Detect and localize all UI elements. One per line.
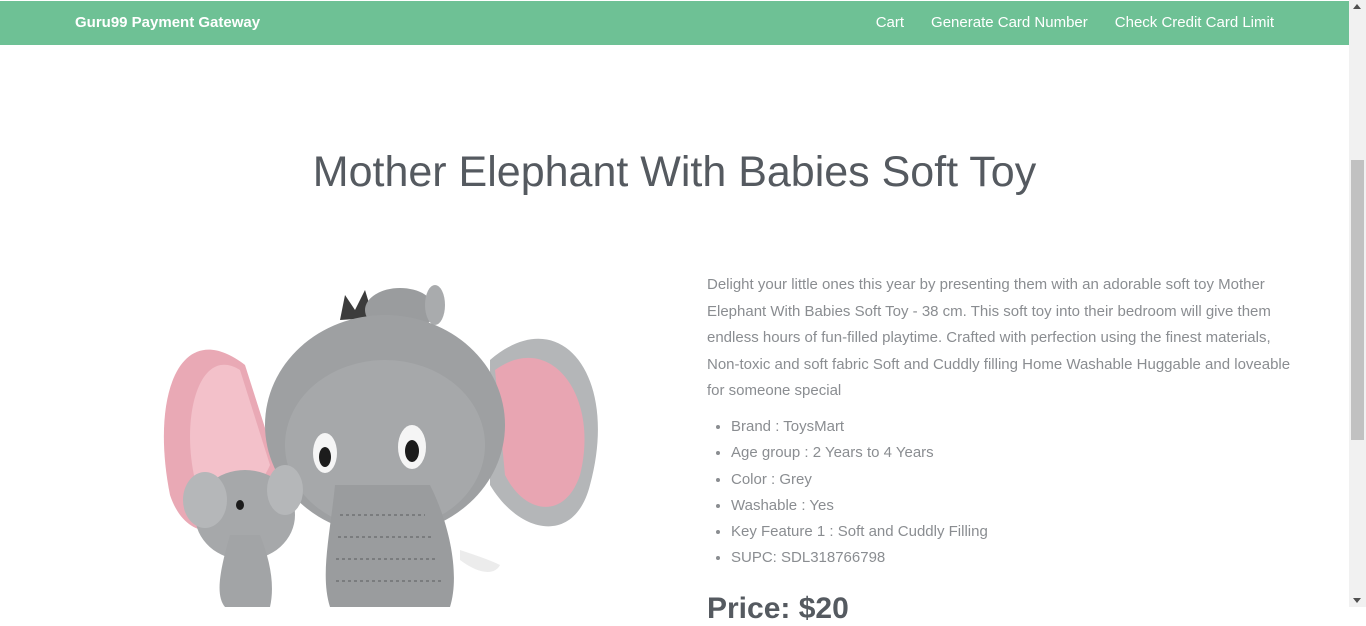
nav-link-generate-card-number[interactable]: Generate Card Number [931, 1, 1088, 45]
nav-link-check-credit-card-limit[interactable]: Check Credit Card Limit [1115, 1, 1274, 45]
scroll-down-arrow-icon[interactable] [1353, 598, 1361, 603]
top-navbar: Guru99 Payment Gateway Cart Generate Car… [0, 1, 1349, 45]
feature-supc: SUPC: SDL318766798 [731, 545, 988, 571]
nav-link-cart[interactable]: Cart [876, 1, 904, 45]
product-features-list: Brand : ToysMart Age group : 2 Years to … [707, 414, 988, 572]
scroll-up-arrow-icon[interactable] [1353, 4, 1361, 9]
product-description: Delight your little ones this year by pr… [707, 276, 1291, 399]
scroll-thumb[interactable] [1351, 160, 1364, 440]
brand-link[interactable]: Guru99 Payment Gateway [75, 1, 260, 45]
feature-brand: Brand : ToysMart [731, 414, 988, 440]
product-image [163, 285, 598, 607]
feature-washable: Washable : Yes [731, 493, 988, 519]
feature-key-feature: Key Feature 1 : Soft and Cuddly Filling [731, 519, 988, 545]
nav-links: Cart Generate Card Number Check Credit C… [849, 1, 1274, 45]
product-price: Price: $20 [707, 592, 849, 625]
feature-color: Color : Grey [731, 467, 988, 493]
product-title: Mother Elephant With Babies Soft Toy [312, 148, 1037, 196]
vertical-scrollbar[interactable] [1349, 0, 1366, 607]
feature-age-group: Age group : 2 Years to 4 Years [731, 440, 988, 466]
